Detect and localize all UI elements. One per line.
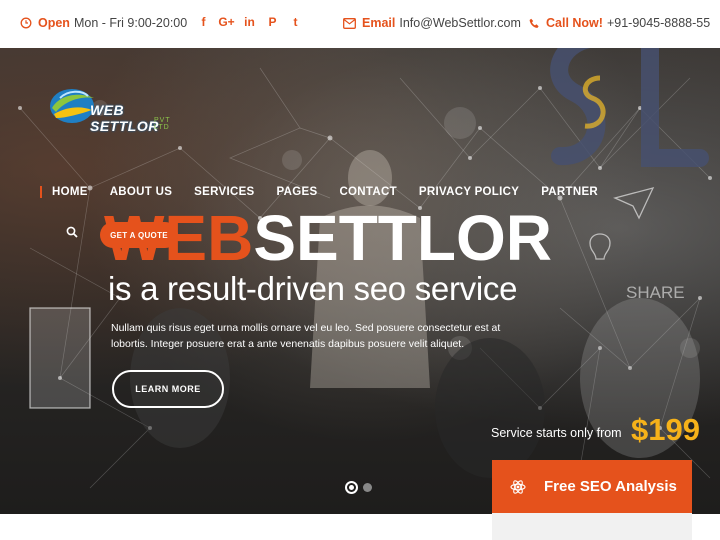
clock-icon bbox=[20, 17, 32, 29]
atom-icon bbox=[510, 479, 526, 494]
nav-item-contact[interactable]: CONTACT bbox=[339, 186, 396, 198]
phone-contact[interactable]: Call Now! +91-9045-8888-55 bbox=[529, 16, 710, 30]
nav-item-about-us[interactable]: ABOUT US bbox=[110, 186, 172, 198]
linkedin-icon[interactable]: in bbox=[238, 15, 261, 29]
hero-description: Nullam quis risus eget urna mollis ornar… bbox=[111, 322, 501, 350]
twitter-icon[interactable]: t bbox=[284, 15, 307, 29]
email-label: Email bbox=[362, 16, 396, 30]
opening-hours: Open Mon - Fri 9:00-20:00 bbox=[20, 16, 187, 30]
slider-pagination bbox=[345, 481, 372, 494]
free-seo-analysis-label: Free SEO Analysis bbox=[544, 478, 677, 495]
site-logo[interactable]: WEB SETTLOR PVT LTD bbox=[46, 84, 170, 134]
learn-more-button[interactable]: LEARN MORE bbox=[112, 370, 224, 408]
nav-item-home[interactable]: HOME bbox=[52, 186, 88, 198]
hero-slider: SHARE WEB SETTLOR PVT LTD HOME ABOUT US bbox=[0, 48, 720, 514]
email-contact[interactable]: Email Info@WebSettlor.com bbox=[343, 16, 521, 30]
nav-item-partner[interactable]: PARTNER bbox=[541, 186, 598, 198]
logo-subtext: PVT LTD bbox=[154, 117, 171, 131]
price-value: $199 bbox=[631, 412, 700, 447]
headline-rest: SETTLOR bbox=[253, 202, 552, 274]
facebook-icon[interactable]: f bbox=[192, 15, 215, 29]
google-plus-icon[interactable]: G+ bbox=[215, 15, 238, 29]
top-bar: Open Mon - Fri 9:00-20:00 f G+ in P t Em… bbox=[0, 0, 720, 48]
main-nav: HOME ABOUT US SERVICES PAGES CONTACT PRI… bbox=[40, 186, 620, 198]
logo-text: WEB SETTLOR bbox=[90, 102, 159, 134]
phone-icon bbox=[529, 18, 540, 29]
active-nav-indicator bbox=[40, 186, 42, 198]
pinterest-icon[interactable]: P bbox=[261, 15, 284, 29]
search-icon[interactable] bbox=[66, 226, 78, 238]
hours-text: Mon - Fri 9:00-20:00 bbox=[73, 16, 188, 30]
open-label: Open bbox=[38, 16, 70, 30]
email-address[interactable]: Info@WebSettlor.com bbox=[399, 16, 521, 30]
call-label: Call Now! bbox=[546, 16, 603, 30]
nav-item-privacy-policy[interactable]: PRIVACY POLICY bbox=[419, 186, 519, 198]
free-seo-analysis-button[interactable]: Free SEO Analysis bbox=[492, 460, 692, 513]
nav-item-pages[interactable]: PAGES bbox=[277, 186, 318, 198]
seo-box-panel bbox=[492, 513, 692, 540]
nav-item-services[interactable]: SERVICES bbox=[194, 186, 254, 198]
price-label: Service starts only from bbox=[491, 426, 622, 440]
social-links: f G+ in P t bbox=[192, 15, 307, 29]
slider-dot-active[interactable] bbox=[345, 481, 358, 494]
hero-subheadline: is a result-driven seo service bbox=[108, 270, 518, 307]
slider-dot[interactable] bbox=[363, 483, 372, 492]
envelope-icon bbox=[343, 17, 356, 29]
get-a-quote-button[interactable]: GET A QUOTE bbox=[100, 222, 178, 248]
phone-number[interactable]: +91-9045-8888-55 bbox=[607, 16, 710, 30]
